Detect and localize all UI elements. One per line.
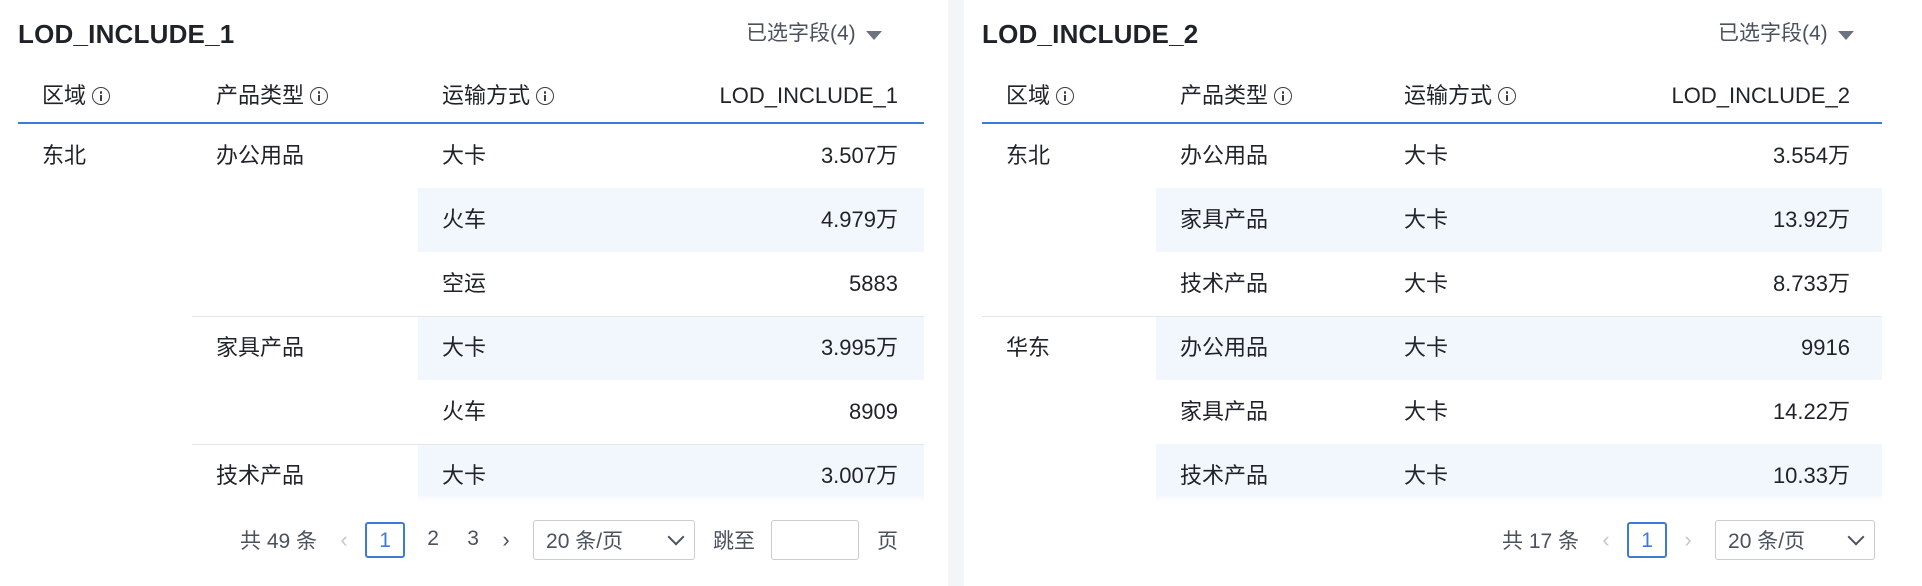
cell-transport: 火车 xyxy=(442,399,487,424)
cell-product: 家具产品 xyxy=(1180,207,1269,232)
data-table: 区域 产品类型 运输方式 LOD_INCLUDE_1 东北 办公用品 大卡 3.… xyxy=(18,70,924,502)
cell-value: 3.995万 xyxy=(820,335,898,360)
selected-fields-dropdown[interactable]: 已选字段(4) xyxy=(1718,16,1854,52)
cell-value: 9916 xyxy=(1801,335,1850,360)
column-header-transport[interactable]: 运输方式 xyxy=(442,70,555,122)
pagination: 共 17 条 ‹ 1 › 20 条/页 xyxy=(1502,520,1876,560)
cell-transport: 大卡 xyxy=(1404,335,1449,360)
info-circle-icon[interactable] xyxy=(310,87,329,105)
table-body: 东北 办公用品 大卡 3.507万 火车 4.979万 空运 5883 家具产品… xyxy=(18,124,924,502)
info-circle-icon[interactable] xyxy=(536,87,555,105)
cell-transport: 大卡 xyxy=(442,335,487,360)
cell-region: 东北 xyxy=(42,143,87,168)
info-circle-icon[interactable] xyxy=(1056,87,1075,105)
cell-value: 13.92万 xyxy=(1772,207,1850,232)
caret-down-icon xyxy=(865,30,882,40)
info-circle-icon[interactable] xyxy=(1498,87,1517,105)
table-panel-lod-include-1: LOD_INCLUDE_1 已选字段(4) 区域 产品类型 运输方式 LOD_I… xyxy=(0,0,948,586)
cell-product: 办公用品 xyxy=(1180,335,1269,360)
column-header-measure[interactable]: LOD_INCLUDE_1 xyxy=(719,70,898,122)
cell-product: 家具产品 xyxy=(1180,399,1269,424)
panel-gap xyxy=(948,0,964,586)
info-circle-icon[interactable] xyxy=(92,87,111,105)
chevron-right-icon[interactable]: › xyxy=(493,527,519,553)
cell-transport: 空运 xyxy=(442,271,487,296)
data-table: 区域 产品类型 运输方式 LOD_INCLUDE_2 东北 办公用品 大卡 3.… xyxy=(982,70,1882,502)
page-button-3[interactable]: 3 xyxy=(453,522,493,558)
table-header: 区域 产品类型 运输方式 LOD_INCLUDE_2 xyxy=(982,70,1882,124)
cell-product: 家具产品 xyxy=(216,335,305,360)
cell-region: 东北 xyxy=(1006,143,1051,168)
jump-to-page-input[interactable] xyxy=(771,520,860,560)
caret-down-icon xyxy=(1837,30,1854,40)
table-header: 区域 产品类型 运输方式 LOD_INCLUDE_1 xyxy=(18,70,924,124)
page-size-value: 20 条/页 xyxy=(1728,530,1806,553)
column-header-transport[interactable]: 运输方式 xyxy=(1404,70,1517,122)
selected-fields-label: 已选字段(4) xyxy=(1718,22,1828,45)
page-button-1[interactable]: 1 xyxy=(1627,522,1668,558)
cell-transport: 大卡 xyxy=(1404,143,1449,168)
cell-transport: 火车 xyxy=(442,207,487,232)
cell-value: 3.554万 xyxy=(1772,143,1850,168)
scroll-fade xyxy=(18,494,924,502)
chevron-down-icon xyxy=(667,528,685,546)
cell-transport: 大卡 xyxy=(1404,399,1449,424)
chevron-left-icon[interactable]: ‹ xyxy=(331,527,357,553)
panel-title: LOD_INCLUDE_1 xyxy=(18,19,235,49)
pagination-total: 共 49 条 xyxy=(240,530,318,553)
page-unit-label: 页 xyxy=(877,530,899,553)
selected-fields-dropdown[interactable]: 已选字段(4) xyxy=(746,16,882,52)
chevron-left-icon[interactable]: ‹ xyxy=(1593,527,1619,553)
column-header-product-type[interactable]: 产品类型 xyxy=(1180,70,1293,122)
cell-value: 8.733万 xyxy=(1772,271,1850,296)
cell-product: 技术产品 xyxy=(1180,271,1269,296)
jump-to-label: 跳至 xyxy=(713,530,756,553)
scroll-fade xyxy=(982,494,1882,502)
page-size-select[interactable]: 20 条/页 xyxy=(1715,520,1876,560)
cell-value: 14.22万 xyxy=(1772,399,1850,424)
cell-value: 4.979万 xyxy=(820,207,898,232)
column-header-region[interactable]: 区域 xyxy=(42,70,111,122)
table-panel-lod-include-2: LOD_INCLUDE_2 已选字段(4) 区域 产品类型 运输方式 LOD_I… xyxy=(964,0,1922,586)
cell-transport: 大卡 xyxy=(1404,271,1449,296)
page-size-value: 20 条/页 xyxy=(546,530,624,553)
page-size-select[interactable]: 20 条/页 xyxy=(533,520,696,560)
cell-region: 华东 xyxy=(1006,335,1051,360)
selected-fields-label: 已选字段(4) xyxy=(746,22,856,45)
cell-transport: 大卡 xyxy=(1404,207,1449,232)
pagination: 共 49 条 ‹ 1 2 3 › 20 条/页 跳至 页 xyxy=(240,520,898,560)
cell-value: 3.507万 xyxy=(820,143,898,168)
chevron-right-icon[interactable]: › xyxy=(1675,527,1701,553)
page-button-1[interactable]: 1 xyxy=(365,522,406,558)
column-header-measure[interactable]: LOD_INCLUDE_2 xyxy=(1671,70,1850,122)
pagination-total: 共 17 条 xyxy=(1502,530,1580,553)
cell-value: 5883 xyxy=(849,271,898,296)
info-circle-icon[interactable] xyxy=(1274,87,1293,105)
cell-product: 办公用品 xyxy=(1180,143,1269,168)
column-header-product-type[interactable]: 产品类型 xyxy=(216,70,329,122)
cell-product: 办公用品 xyxy=(216,143,305,168)
page-button-2[interactable]: 2 xyxy=(413,522,453,558)
cell-value: 8909 xyxy=(849,399,898,424)
cell-transport: 大卡 xyxy=(442,143,487,168)
chevron-down-icon xyxy=(1847,528,1865,546)
column-header-region[interactable]: 区域 xyxy=(1006,70,1075,122)
table-body: 东北 办公用品 大卡 3.554万 家具产品 大卡 13.92万 技术产品 大卡… xyxy=(982,124,1882,502)
panel-title: LOD_INCLUDE_2 xyxy=(982,19,1199,49)
